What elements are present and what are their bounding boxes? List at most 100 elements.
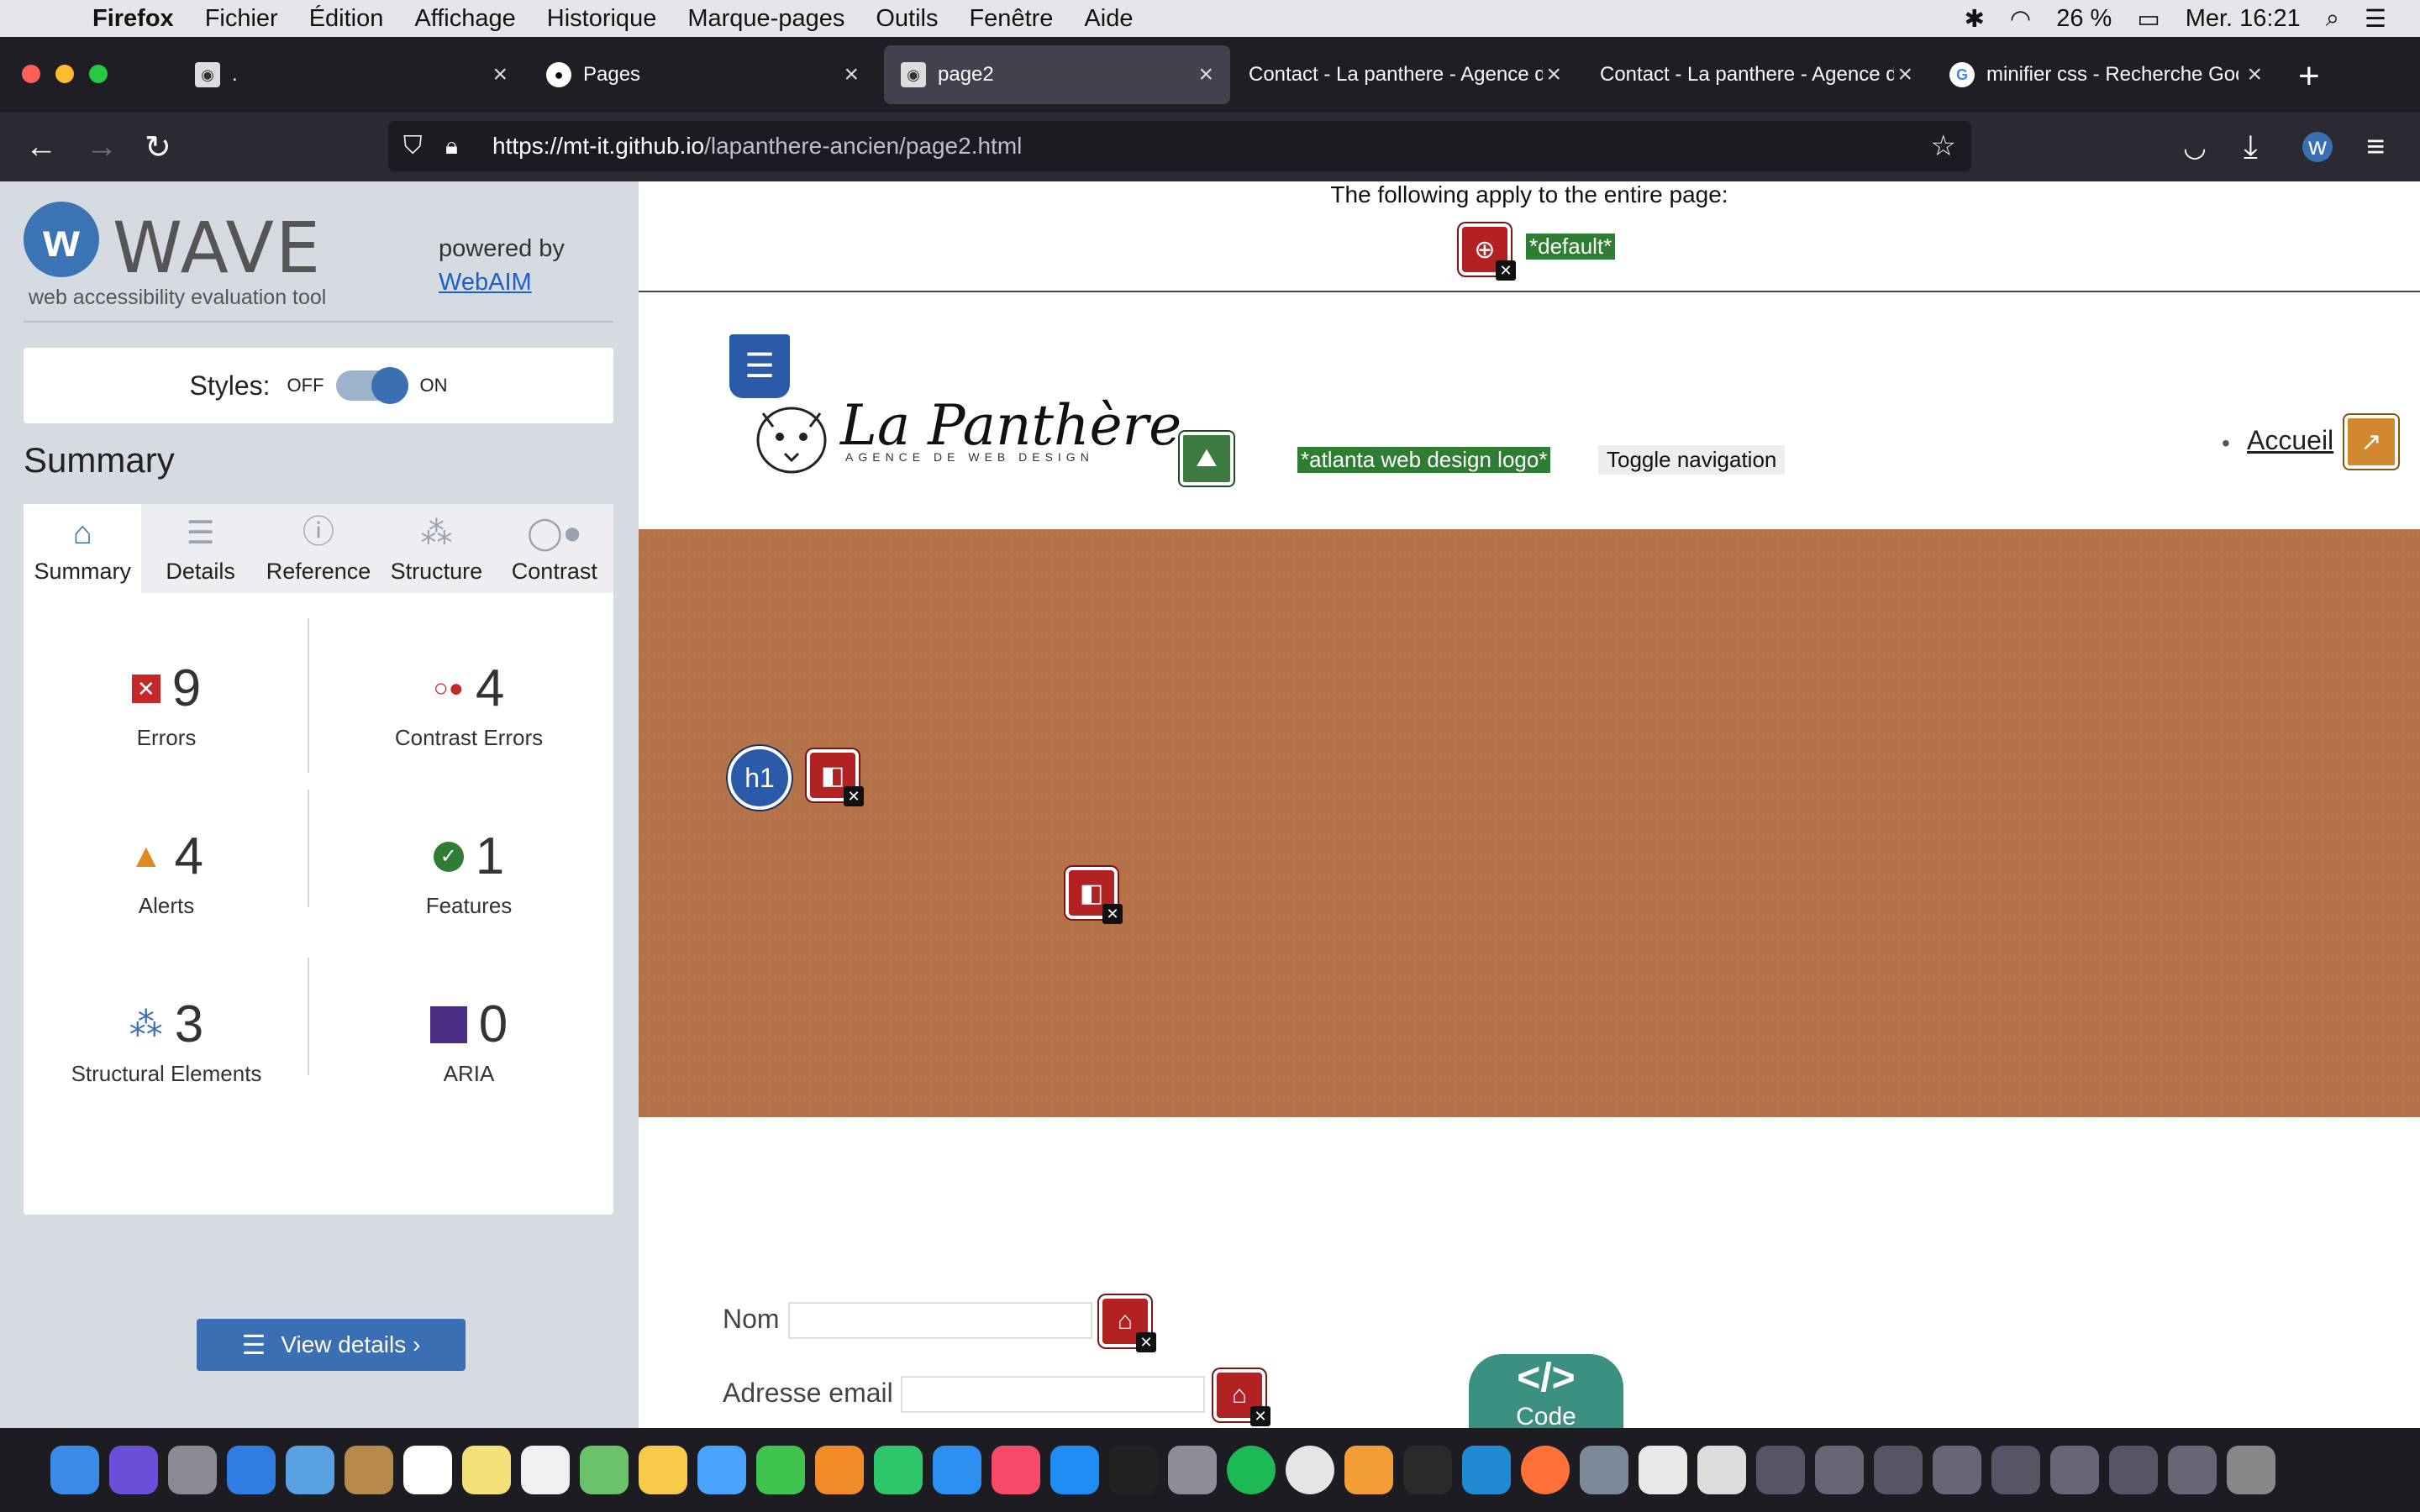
window-thumbnail-icon[interactable]	[2050, 1446, 2099, 1494]
css-icon[interactable]: ☰	[729, 334, 790, 398]
nav-home-link[interactable]: Accueil	[2247, 425, 2333, 456]
close-tab-icon[interactable]: ×	[492, 60, 508, 89]
firefox-icon[interactable]	[1521, 1446, 1570, 1494]
tab-6[interactable]: G minifier css - Recherche Google ×	[1933, 45, 2279, 104]
menu-fenetre[interactable]: Fenêtre	[969, 5, 1053, 33]
wifi-icon[interactable]: ◠	[2010, 4, 2031, 34]
wave-extension-icon[interactable]: w	[2302, 132, 2333, 162]
document-icon[interactable]	[1697, 1446, 1746, 1494]
stat-aria[interactable]: 0 ARIA	[334, 995, 603, 1087]
trash-icon[interactable]	[2227, 1446, 2275, 1494]
finder-icon[interactable]	[50, 1446, 99, 1494]
tab-details[interactable]: ☰ Details	[141, 504, 259, 593]
tab-2[interactable]: ● Pages ×	[529, 45, 876, 104]
stat-alerts[interactable]: ▲ 4 Alerts	[32, 827, 301, 919]
photos-icon[interactable]	[639, 1446, 687, 1494]
menu-fichier[interactable]: Fichier	[205, 5, 278, 33]
close-tab-icon[interactable]: ×	[844, 60, 859, 89]
tab-structure[interactable]: ⁂ Structure	[377, 504, 495, 593]
numbers-icon[interactable]	[874, 1446, 923, 1494]
stat-structural[interactable]: ⁂ 3 Structural Elements	[32, 995, 301, 1087]
control-center-icon[interactable]: ☰	[2365, 4, 2386, 34]
bookmark-star-icon[interactable]: ☆	[1931, 129, 1956, 163]
email-input[interactable]	[901, 1376, 1205, 1413]
music-icon[interactable]	[992, 1446, 1040, 1494]
missing-label-error-icon[interactable]: ⌂ ✕	[1213, 1369, 1270, 1426]
preview-icon[interactable]	[1580, 1446, 1628, 1494]
new-tab-plus-icon[interactable]: +	[2298, 55, 2320, 97]
toggle-navigation-button[interactable]: Toggle navigation	[1598, 445, 1786, 475]
safari-icon[interactable]	[227, 1446, 276, 1494]
name-input[interactable]	[788, 1302, 1092, 1339]
url-bar[interactable]: ⛉ 🔒︎ https://mt-it.github.io/lapanthere-…	[388, 121, 1971, 171]
reload-icon[interactable]: ↻	[145, 129, 171, 166]
launchpad-icon[interactable]	[168, 1446, 217, 1494]
minimize-window-button[interactable]	[55, 65, 74, 83]
window-thumbnail-icon[interactable]	[1815, 1446, 1864, 1494]
redundant-link-alert-icon[interactable]: ↗	[2344, 415, 2398, 469]
back-arrow-icon[interactable]: ←	[25, 129, 57, 165]
pocket-icon[interactable]: ◡	[2183, 131, 2207, 163]
code-view-button[interactable]: </> Code	[1469, 1354, 1623, 1428]
pages-icon[interactable]	[815, 1446, 864, 1494]
menu-marque-pages[interactable]: Marque-pages	[687, 5, 844, 33]
stat-errors[interactable]: ✕ 9 Errors	[32, 659, 301, 751]
close-tab-icon[interactable]: ×	[1546, 60, 1561, 89]
spotify-icon[interactable]	[1227, 1446, 1276, 1494]
menu-affichage[interactable]: Affichage	[414, 5, 515, 33]
menu-edition[interactable]: Édition	[309, 5, 384, 33]
window-thumbnail-icon[interactable]	[2109, 1446, 2158, 1494]
tab-summary[interactable]: ⌂ Summary	[24, 504, 142, 593]
view-details-button[interactable]: ☰ View details ›	[197, 1319, 466, 1371]
empty-heading-error-icon[interactable]: ◧ ✕	[1065, 867, 1123, 924]
stat-contrast-errors[interactable]: ○● 4 Contrast Errors	[334, 659, 603, 751]
battery-percent[interactable]: 26 %	[2056, 5, 2112, 33]
sublime-text-icon[interactable]	[1344, 1446, 1393, 1494]
notes-icon[interactable]	[462, 1446, 511, 1494]
facetime-icon[interactable]	[756, 1446, 805, 1494]
download-icon[interactable]: ⤓	[2244, 129, 2258, 165]
forward-arrow-icon[interactable]: →	[86, 129, 118, 165]
stat-features[interactable]: ✓ 1 Features	[334, 827, 603, 919]
bluetooth-icon[interactable]: ✱	[1965, 4, 1985, 34]
window-thumbnail-icon[interactable]	[2168, 1446, 2217, 1494]
mail-icon[interactable]	[286, 1446, 334, 1494]
calendar-icon[interactable]	[403, 1446, 452, 1494]
menu-historique[interactable]: Historique	[547, 5, 657, 33]
tab-contrast[interactable]: ◯● Contrast	[496, 504, 613, 593]
url-text[interactable]: https://mt-it.github.io/lapanthere-ancie…	[492, 133, 1022, 160]
h1-structure-icon[interactable]: h1	[728, 746, 792, 810]
tab-1[interactable]: ◉ . ×	[178, 45, 524, 104]
tab-4[interactable]: Contact - La panthere - Agence de ×	[1232, 45, 1578, 104]
messages-icon[interactable]	[697, 1446, 746, 1494]
close-tab-icon[interactable]: ×	[2247, 60, 2262, 89]
close-tab-icon[interactable]: ×	[1897, 60, 1912, 89]
spotlight-icon[interactable]: ⌕	[2326, 5, 2339, 33]
zoom-window-button[interactable]	[89, 65, 108, 83]
close-window-button[interactable]	[22, 65, 40, 83]
window-thumbnail-icon[interactable]	[1991, 1446, 2040, 1494]
lock-icon[interactable]: 🔒︎	[445, 133, 458, 160]
contacts-icon[interactable]	[345, 1446, 393, 1494]
textedit-icon[interactable]	[1639, 1446, 1687, 1494]
webaim-link[interactable]: WebAIM	[439, 269, 532, 296]
missing-label-error-icon[interactable]: ⌂ ✕	[1099, 1295, 1156, 1352]
shield-icon[interactable]: ⛉	[403, 132, 423, 160]
terminal-icon[interactable]	[1109, 1446, 1158, 1494]
language-error-icon[interactable]: ⊕ ✕	[1459, 223, 1516, 281]
menu-aide[interactable]: Aide	[1084, 5, 1133, 33]
window-thumbnail-icon[interactable]	[1874, 1446, 1923, 1494]
activity-icon[interactable]	[1403, 1446, 1452, 1494]
siri-icon[interactable]	[109, 1446, 158, 1494]
menubar-clock[interactable]: Mer. 16:21	[2186, 5, 2301, 33]
empty-heading-error-icon[interactable]: ◧ ✕	[807, 749, 864, 806]
hamburger-menu-icon[interactable]: ≡	[2366, 129, 2385, 165]
tab-reference[interactable]: ⓘ Reference	[260, 504, 377, 593]
app-store-icon[interactable]	[1050, 1446, 1099, 1494]
window-thumbnail-icon[interactable]	[1933, 1446, 1981, 1494]
window-thumbnail-icon[interactable]	[1756, 1446, 1805, 1494]
close-tab-icon[interactable]: ×	[1198, 60, 1213, 89]
keynote-icon[interactable]	[933, 1446, 981, 1494]
reminders-icon[interactable]	[521, 1446, 570, 1494]
system-preferences-icon[interactable]	[1168, 1446, 1217, 1494]
